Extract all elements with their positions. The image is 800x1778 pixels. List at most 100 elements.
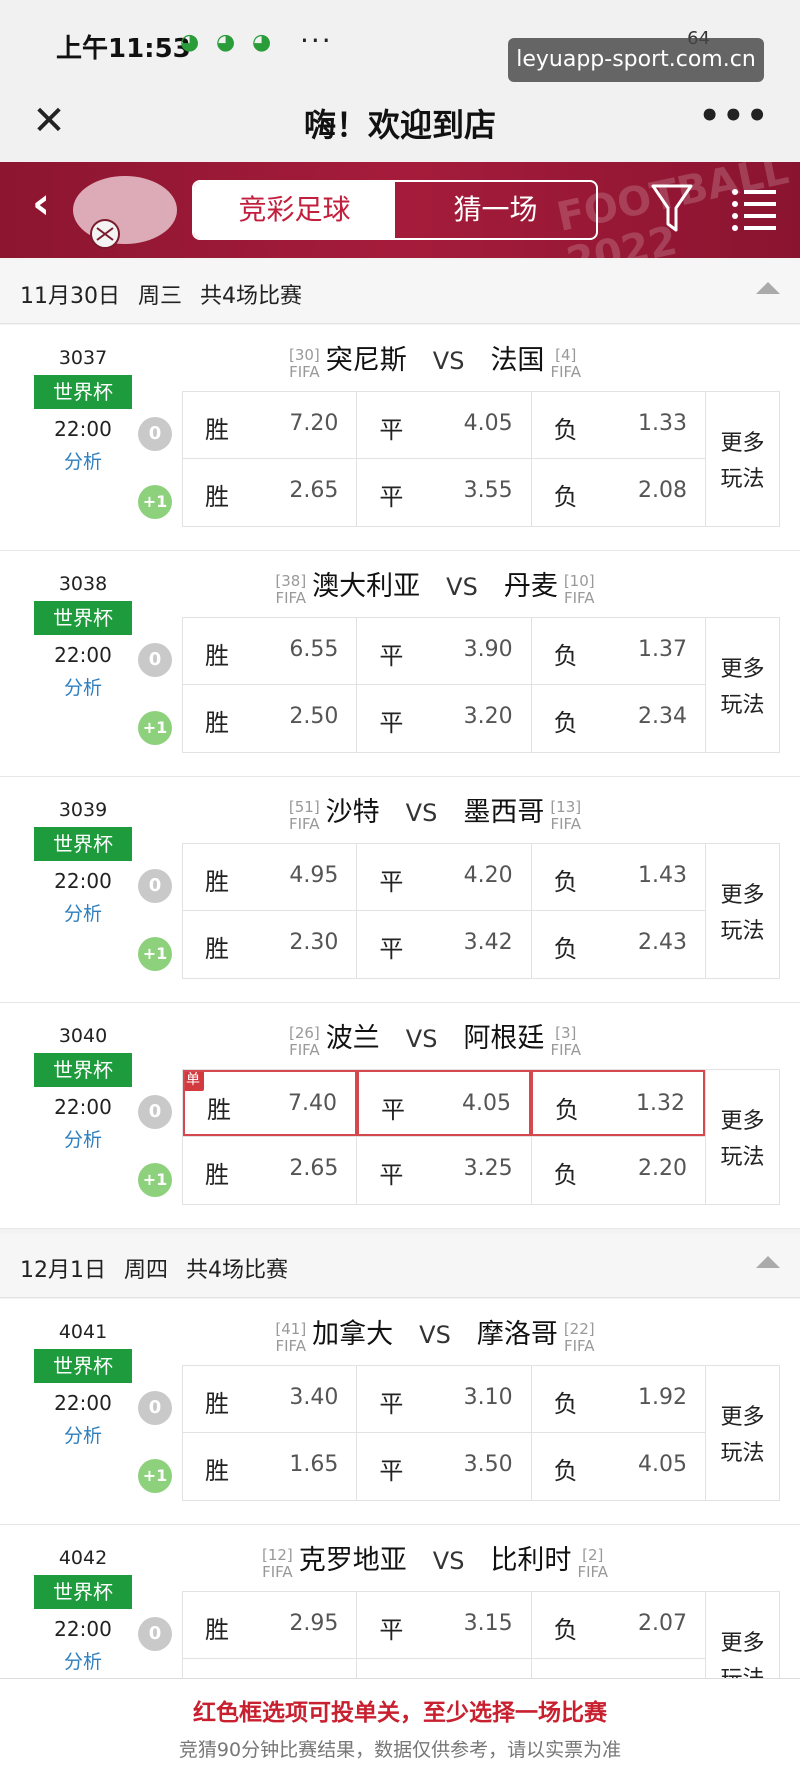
odds-draw-cell[interactable]: 平 3.90 <box>357 618 532 684</box>
analysis-link[interactable]: 分析 <box>18 1647 148 1674</box>
analysis-link[interactable]: 分析 <box>18 447 148 474</box>
fifa-label: FIFA <box>262 1563 293 1581</box>
match-time: 22:00 <box>54 869 112 893</box>
more-plays-button[interactable]: 更多玩法 <box>706 617 780 753</box>
odds-draw-cell[interactable]: 平 3.42 <box>357 911 532 978</box>
odds-win-cell[interactable]: 胜 2.65 <box>183 1137 358 1204</box>
fifa-label: FIFA <box>550 363 582 381</box>
odds-win-cell[interactable]: 胜 4.95 <box>183 844 358 910</box>
analysis-link[interactable]: 分析 <box>18 899 148 926</box>
odds-draw-cell[interactable]: 平 3.10 <box>357 1366 532 1432</box>
home-team: 澳大利亚 <box>312 571 421 602</box>
away-team: 比利时 <box>490 1545 572 1576</box>
away-rank: [2] FIFA <box>577 1547 608 1581</box>
odds-lose-cell[interactable]: 负 2.34 <box>532 685 705 752</box>
page-title: 嗨！欢迎到店 <box>303 106 496 144</box>
odds-win-label: 胜 <box>205 1390 229 1418</box>
more-plays-button[interactable]: 更多玩法 <box>706 391 780 527</box>
match-meta: 3038 世界杯 22:00 分析 <box>18 573 148 700</box>
wechat-icon: ◕ <box>216 30 236 55</box>
away-rank-value: [13] <box>550 798 582 816</box>
odds-lose-cell[interactable]: 负 4.05 <box>532 1433 705 1500</box>
odds-draw-value: 3.20 <box>463 704 513 729</box>
match-teams: [38] FIFA 澳大利亚 VS 丹麦 [10] FIFA <box>180 559 690 615</box>
odds-draw-cell[interactable]: 平 3.55 <box>357 459 532 526</box>
collapse-caret-icon[interactable] <box>756 1256 780 1268</box>
more-plays-button[interactable]: 更多玩法 <box>706 1069 780 1205</box>
odds-lose-cell[interactable]: 负 2.08 <box>532 459 705 526</box>
odds-draw-label: 平 <box>379 868 404 896</box>
odds-draw-cell[interactable]: 平 4.05 <box>357 1070 531 1136</box>
back-icon[interactable]: ‹ <box>32 178 50 229</box>
odds-win-cell[interactable]: 胜 2.50 <box>183 685 358 752</box>
odds-grid: 胜 7.20 平 4.05 负 1.33 胜 2.65 平 3.55 负 2.08 <box>182 391 706 527</box>
more-plays-label-2: 玩法 <box>720 693 765 718</box>
odds-win-cell[interactable]: 胜 7.40 <box>183 1070 357 1136</box>
odds-draw-cell[interactable]: 平 3.15 <box>357 1592 532 1658</box>
tab-jingcai-football[interactable]: 竞彩足球 <box>194 182 395 238</box>
odds-draw-cell[interactable]: 平 3.25 <box>357 1137 532 1204</box>
odds-draw-cell[interactable]: 平 4.20 <box>357 844 532 910</box>
filter-icon[interactable] <box>650 182 694 236</box>
odds-win-cell[interactable]: 胜 7.20 <box>183 392 358 458</box>
more-plays-button[interactable]: 更多玩法 <box>706 1365 780 1501</box>
match-teams: [12] FIFA 克罗地亚 VS 比利时 [2] FIFA <box>180 1533 690 1589</box>
list-menu-icon[interactable] <box>730 184 778 234</box>
odds-lose-label: 负 <box>553 642 578 670</box>
odds-win-cell[interactable]: 胜 6.55 <box>183 618 358 684</box>
analysis-link[interactable]: 分析 <box>18 1421 148 1448</box>
odds-lose-cell[interactable]: 负 1.37 <box>532 618 705 684</box>
home-team: 克罗地亚 <box>298 1545 407 1576</box>
fifa-label: FIFA <box>577 1563 609 1581</box>
more-plays-label-1: 更多 <box>720 431 765 456</box>
odds-win-label: 胜 <box>205 483 229 511</box>
date-header[interactable]: 12月1日 周四 共4场比赛 <box>0 1234 800 1298</box>
odds-lose-cell[interactable]: 负 2.43 <box>532 911 705 978</box>
odds-row: 胜 3.40 平 3.10 负 1.92 <box>183 1366 705 1433</box>
handicap-plus1-badge: +1 <box>138 937 172 971</box>
odds-lose-cell[interactable]: 负 2.07 <box>532 1592 705 1658</box>
match-number: 3037 <box>58 347 108 369</box>
odds-draw-cell[interactable]: 平 4.05 <box>357 392 532 458</box>
odds-lose-cell[interactable]: 负 1.92 <box>532 1366 705 1432</box>
title-bar: ✕ 嗨！欢迎到店 ••• <box>0 90 800 162</box>
home-team: 加拿大 <box>312 1319 394 1350</box>
odds-win-cell[interactable]: 胜 3.40 <box>183 1366 358 1432</box>
league-badge: 世界杯 <box>34 375 132 409</box>
notification-more-icon: ··· <box>300 24 333 57</box>
odds-draw-cell[interactable]: 平 3.50 <box>357 1433 532 1500</box>
fifa-label: FIFA <box>563 589 595 607</box>
match-count: 共4场比赛 <box>200 284 303 309</box>
odds-lose-cell[interactable]: 负 1.32 <box>531 1070 705 1136</box>
match-card: 3039 世界杯 22:00 分析 [51] FIFA 沙特 VS 墨西哥 [13] FIFA 0 +1… <box>0 777 800 1003</box>
odds-draw-value: 3.42 <box>463 930 513 955</box>
vs-label: VS <box>432 347 465 375</box>
analysis-link[interactable]: 分析 <box>18 1125 148 1152</box>
more-plays-label-1: 更多 <box>720 883 765 908</box>
collapse-caret-icon[interactable] <box>756 282 780 294</box>
odds-draw-value: 3.55 <box>463 478 513 503</box>
handicap-0-badge: 0 <box>138 643 172 677</box>
handicap-0-badge: 0 <box>138 869 172 903</box>
analysis-link[interactable]: 分析 <box>18 673 148 700</box>
odds-win-cell[interactable]: 胜 1.65 <box>183 1433 358 1500</box>
date-header[interactable]: 11月30日 周三 共4场比赛 <box>0 260 800 324</box>
home-team: 沙特 <box>325 797 380 828</box>
odds-draw-cell[interactable]: 平 3.20 <box>357 685 532 752</box>
odds-draw-label: 平 <box>379 1616 404 1644</box>
odds-lose-cell[interactable]: 负 1.43 <box>532 844 705 910</box>
home-rank: [38] FIFA <box>275 573 306 607</box>
odds-lose-cell[interactable]: 负 2.20 <box>532 1137 705 1204</box>
odds-draw-label: 平 <box>379 1390 404 1418</box>
tab-guess-one[interactable]: 猜一场 <box>395 182 596 238</box>
odds-win-cell[interactable]: 胜 2.95 <box>183 1592 358 1658</box>
odds-win-cell[interactable]: 胜 2.30 <box>183 911 358 978</box>
odds-win-value: 2.65 <box>289 478 339 503</box>
odds-lose-cell[interactable]: 负 1.33 <box>532 392 705 458</box>
match-time: 22:00 <box>54 1095 112 1119</box>
odds-win-cell[interactable]: 胜 2.65 <box>183 459 358 526</box>
more-plays-button[interactable]: 更多玩法 <box>706 843 780 979</box>
more-plays-label-2: 玩法 <box>720 1441 765 1466</box>
more-options-icon[interactable]: ••• <box>699 96 770 136</box>
odds-draw-value: 3.10 <box>463 1385 513 1410</box>
